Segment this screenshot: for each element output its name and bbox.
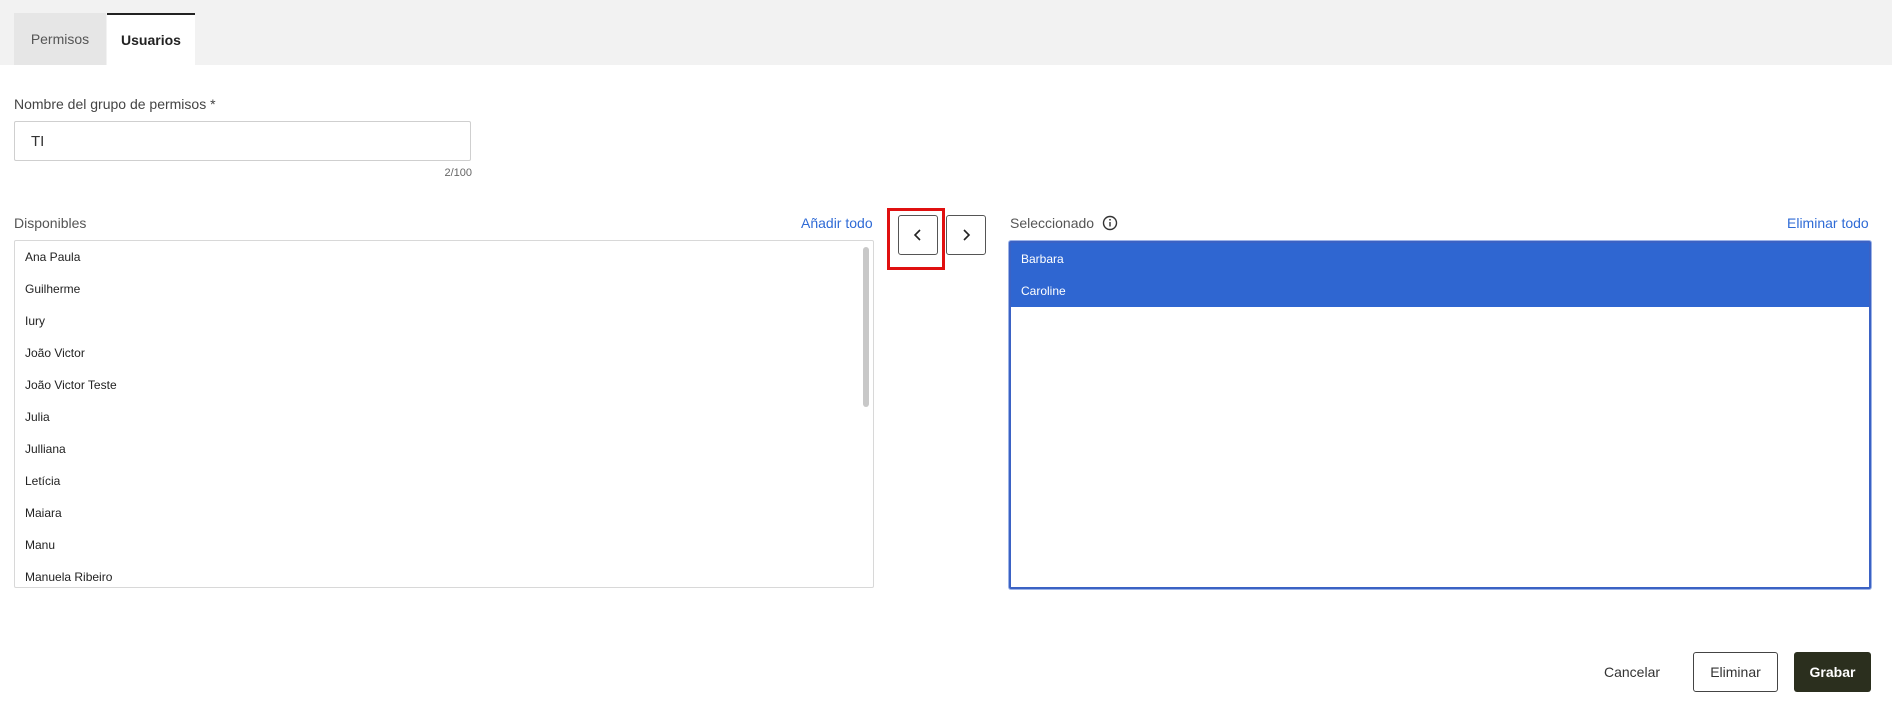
list-item[interactable]: Manu xyxy=(15,529,873,561)
available-list-scrollbar[interactable] xyxy=(863,247,869,407)
chevron-right-icon xyxy=(963,229,971,241)
list-item[interactable]: Julia xyxy=(15,401,873,433)
tab-permisos[interactable]: Permisos xyxy=(14,13,106,65)
group-name-input[interactable] xyxy=(14,121,471,161)
list-item[interactable]: Julliana xyxy=(15,433,873,465)
list-item[interactable]: Manuela Ribeiro xyxy=(15,561,873,587)
selected-list-header: Seleccionado xyxy=(1010,215,1118,231)
list-item[interactable]: Letícia xyxy=(15,465,873,497)
available-list[interactable]: Ana Paula Guilherme Iury João Victor João Vi… xyxy=(14,240,874,588)
selected-list-title: Seleccionado xyxy=(1010,215,1095,231)
move-right-button[interactable] xyxy=(946,215,986,255)
list-item[interactable]: Iury xyxy=(15,305,873,337)
chevron-left-icon xyxy=(913,229,921,241)
group-name-label: Nombre del grupo de permisos * xyxy=(14,96,216,112)
list-item[interactable]: Maiara xyxy=(15,497,873,529)
cancel-button[interactable]: Cancelar xyxy=(1592,652,1672,692)
save-button[interactable]: Grabar xyxy=(1794,652,1871,692)
add-all-button[interactable]: Añadir todo xyxy=(801,215,873,231)
remove-all-button[interactable]: Eliminar todo xyxy=(1787,215,1869,231)
delete-button[interactable]: Eliminar xyxy=(1693,652,1778,692)
character-counter: 2/100 xyxy=(444,167,472,179)
tab-bar: Permisos Usuarios xyxy=(0,0,1892,65)
tab-usuarios[interactable]: Usuarios xyxy=(107,13,195,65)
available-list-title: Disponibles xyxy=(14,215,87,231)
list-item[interactable]: Barbara xyxy=(1011,243,1869,275)
list-item[interactable]: Caroline xyxy=(1011,275,1869,307)
selected-list[interactable]: Barbara Caroline xyxy=(1009,241,1871,589)
info-icon[interactable] xyxy=(1102,215,1118,231)
list-item[interactable]: João Victor xyxy=(15,337,873,369)
list-item[interactable]: João Victor Teste xyxy=(15,369,873,401)
move-left-button[interactable] xyxy=(898,215,938,255)
list-item[interactable]: Guilherme xyxy=(15,273,873,305)
list-item[interactable]: Ana Paula xyxy=(15,241,873,273)
